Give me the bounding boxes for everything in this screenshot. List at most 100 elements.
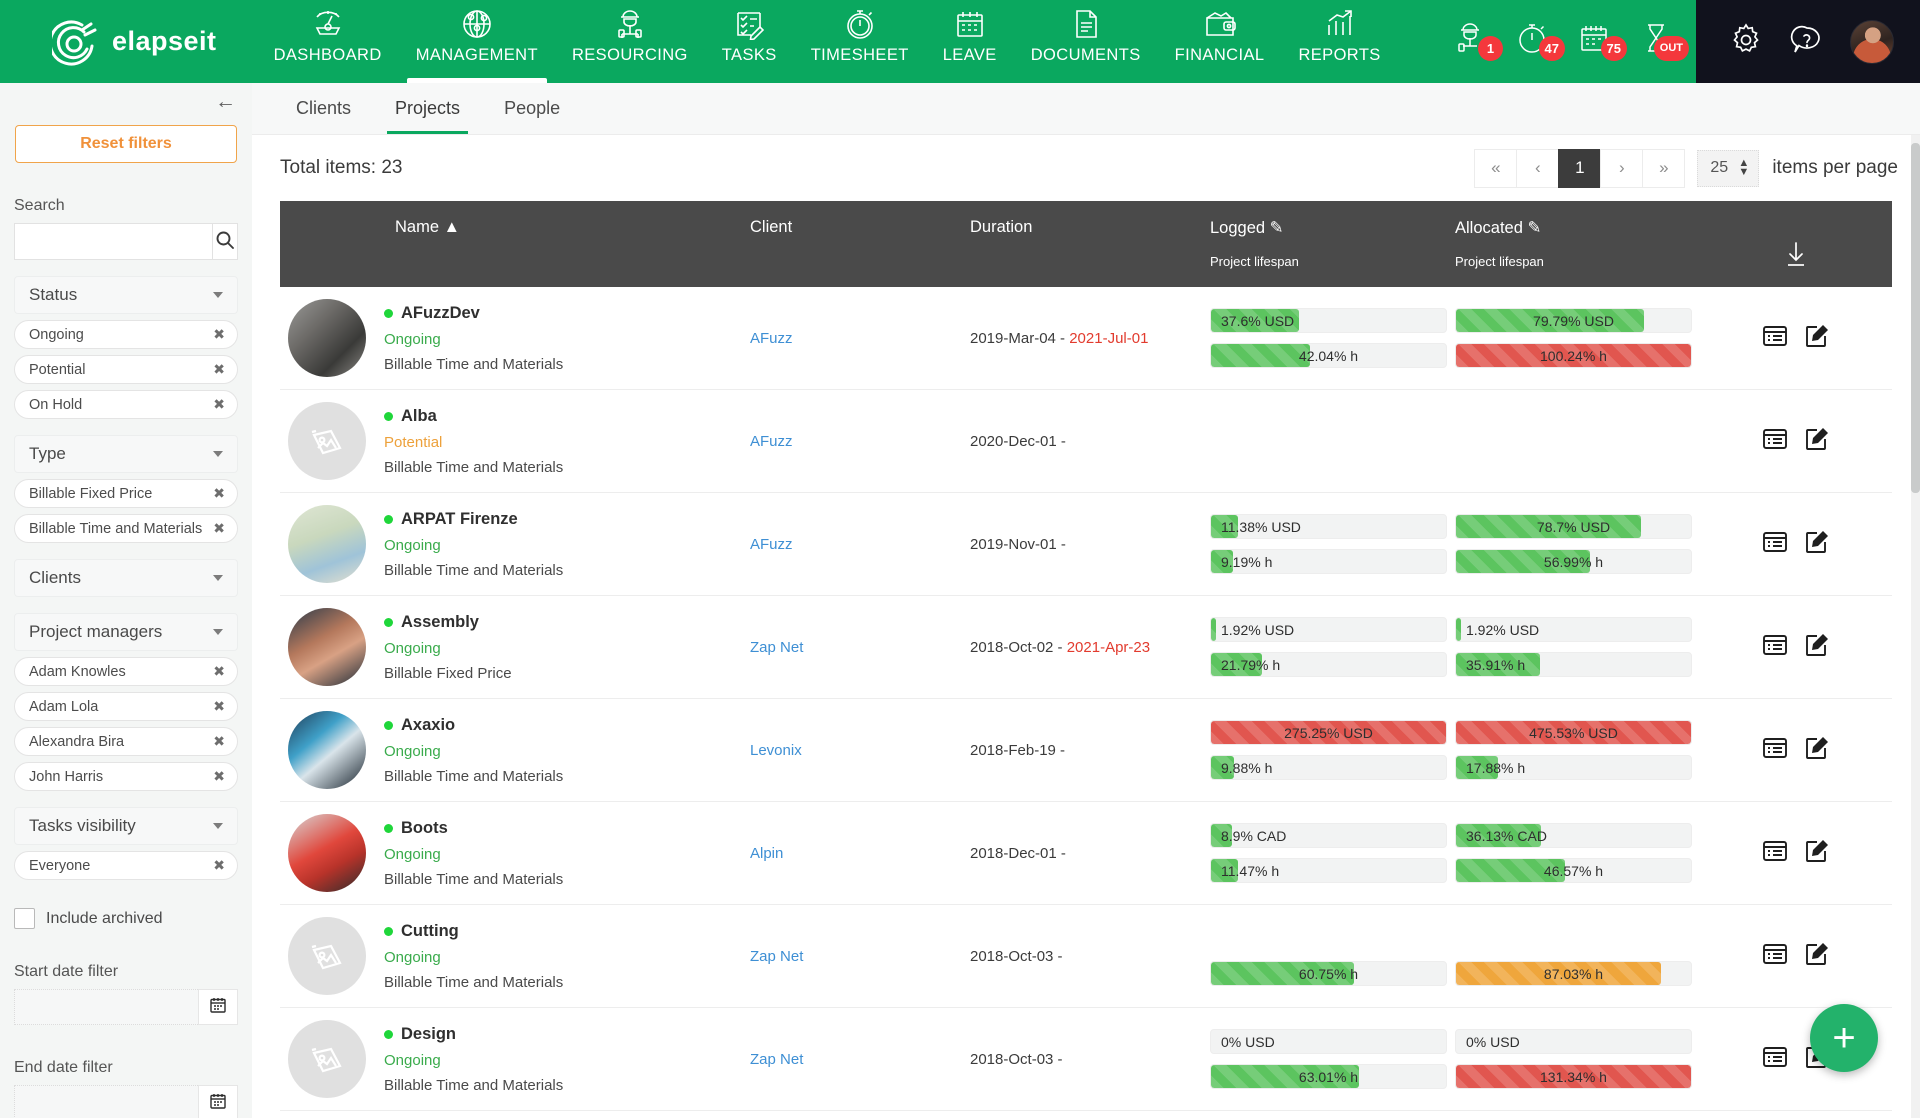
sort-ascending-icon[interactable]: ▲ bbox=[444, 218, 460, 236]
details-list-icon[interactable] bbox=[1762, 530, 1788, 558]
details-list-icon[interactable] bbox=[1762, 839, 1788, 867]
end-date-input[interactable] bbox=[14, 1085, 198, 1118]
filter-chip[interactable]: Billable Time and Materials ✖ bbox=[14, 514, 238, 543]
column-header-client[interactable]: Client bbox=[750, 218, 970, 237]
table-row[interactable]: Alba Potential Billable Time and Materials… bbox=[280, 390, 1892, 493]
filter-chip[interactable]: On Hold ✖ bbox=[14, 390, 238, 419]
quick-resourcing-alerts[interactable]: 1 bbox=[1446, 17, 1503, 63]
start-date-picker-button[interactable] bbox=[198, 989, 238, 1025]
pencil-icon[interactable]: ✎ bbox=[1270, 219, 1284, 237]
reset-filters-button[interactable]: Reset filters bbox=[15, 125, 237, 163]
close-icon[interactable]: ✖ bbox=[213, 520, 225, 537]
page-last-button[interactable]: » bbox=[1642, 148, 1686, 188]
filter-dropdown-tasks-visibility[interactable]: Tasks visibility bbox=[14, 807, 238, 845]
filter-dropdown-clients[interactable]: Clients bbox=[14, 559, 238, 597]
close-icon[interactable]: ✖ bbox=[213, 326, 225, 343]
filter-dropdown-type[interactable]: Type bbox=[14, 435, 238, 473]
column-header-name[interactable]: Name ▲ bbox=[280, 218, 750, 237]
quick-timesheet-alerts[interactable]: 47 bbox=[1508, 17, 1565, 63]
column-header-logged[interactable]: Logged ✎ Project lifespan bbox=[1210, 218, 1455, 269]
quick-leave-alerts[interactable]: 75 bbox=[1570, 17, 1627, 63]
details-list-icon[interactable] bbox=[1762, 736, 1788, 764]
table-row[interactable]: Design Ongoing Billable Time and Materials… bbox=[280, 1008, 1892, 1111]
nav-item-dashboard[interactable]: DASHBOARD bbox=[257, 0, 399, 83]
filter-chip[interactable]: Alexandra Bira ✖ bbox=[14, 727, 238, 756]
filter-chip[interactable]: Adam Knowles ✖ bbox=[14, 657, 238, 686]
nav-item-timesheet[interactable]: TIMESHEET bbox=[794, 0, 926, 83]
brand-logo-area[interactable]: elapseit bbox=[0, 0, 257, 83]
nav-item-financial[interactable]: FINANCIAL bbox=[1158, 0, 1282, 83]
content-scrollbar-thumb[interactable] bbox=[1911, 143, 1920, 493]
start-date-input[interactable] bbox=[14, 989, 198, 1025]
filter-chip[interactable]: Ongoing ✖ bbox=[14, 320, 238, 349]
filter-dropdown-status[interactable]: Status bbox=[14, 276, 238, 314]
close-icon[interactable]: ✖ bbox=[213, 485, 225, 502]
items-per-page-stepper[interactable]: 25 ▲ ▼ bbox=[1697, 149, 1760, 187]
quick-clock-out[interactable]: OUT bbox=[1632, 17, 1689, 63]
nav-item-management[interactable]: MANAGEMENT bbox=[399, 0, 555, 83]
close-icon[interactable]: ✖ bbox=[213, 361, 225, 378]
client-link[interactable]: AFuzz bbox=[750, 536, 793, 553]
edit-project-icon[interactable] bbox=[1804, 632, 1830, 662]
nav-item-tasks[interactable]: TASKS bbox=[705, 0, 794, 83]
collapse-sidebar-button[interactable]: ← bbox=[215, 91, 236, 112]
client-link[interactable]: Alpin bbox=[750, 845, 783, 862]
edit-project-icon[interactable] bbox=[1804, 529, 1830, 559]
client-link[interactable]: Zap Net bbox=[750, 948, 803, 965]
search-button[interactable] bbox=[212, 223, 238, 260]
details-list-icon[interactable] bbox=[1762, 942, 1788, 970]
column-header-duration[interactable]: Duration bbox=[970, 218, 1210, 237]
nav-item-documents[interactable]: DOCUMENTS bbox=[1014, 0, 1158, 83]
close-icon[interactable]: ✖ bbox=[213, 768, 225, 785]
stepper-arrows-icon[interactable]: ▲ ▼ bbox=[1738, 158, 1749, 178]
client-link[interactable]: AFuzz bbox=[750, 433, 793, 450]
edit-project-icon[interactable] bbox=[1804, 323, 1830, 353]
client-link[interactable]: Zap Net bbox=[750, 1051, 803, 1068]
include-archived-checkbox[interactable] bbox=[14, 908, 35, 929]
tab-people[interactable]: People bbox=[482, 83, 582, 134]
client-link[interactable]: Levonix bbox=[750, 742, 802, 759]
gear-icon[interactable] bbox=[1728, 22, 1764, 62]
edit-project-icon[interactable] bbox=[1804, 838, 1830, 868]
details-list-icon[interactable] bbox=[1762, 427, 1788, 455]
filter-chip[interactable]: Everyone ✖ bbox=[14, 851, 238, 880]
table-row[interactable]: ARPAT Firenze Ongoing Billable Time and Ma… bbox=[280, 493, 1892, 596]
client-link[interactable]: Zap Net bbox=[750, 639, 803, 656]
filter-chip[interactable]: Billable Fixed Price ✖ bbox=[14, 479, 238, 508]
column-header-allocated[interactable]: Allocated ✎ Project lifespan bbox=[1455, 218, 1700, 269]
filter-dropdown-project-managers[interactable]: Project managers bbox=[14, 613, 238, 651]
close-icon[interactable]: ✖ bbox=[213, 663, 225, 680]
close-icon[interactable]: ✖ bbox=[213, 396, 225, 413]
details-list-icon[interactable] bbox=[1762, 1045, 1788, 1073]
download-icon[interactable] bbox=[1783, 240, 1809, 272]
table-row[interactable]: Axaxio Ongoing Billable Time and Materials… bbox=[280, 699, 1892, 802]
filter-chip[interactable]: Adam Lola ✖ bbox=[14, 692, 238, 721]
close-icon[interactable]: ✖ bbox=[213, 857, 225, 874]
details-list-icon[interactable] bbox=[1762, 324, 1788, 352]
user-avatar[interactable] bbox=[1850, 19, 1894, 64]
nav-item-reports[interactable]: REPORTS bbox=[1281, 0, 1397, 83]
add-project-fab[interactable]: + bbox=[1810, 1004, 1878, 1072]
close-icon[interactable]: ✖ bbox=[213, 698, 225, 715]
tab-projects[interactable]: Projects bbox=[373, 83, 482, 134]
filter-chip[interactable]: Potential ✖ bbox=[14, 355, 238, 384]
search-input[interactable] bbox=[14, 223, 212, 260]
page-first-button[interactable]: « bbox=[1474, 148, 1518, 188]
details-list-icon[interactable] bbox=[1762, 633, 1788, 661]
include-archived-row[interactable]: Include archived bbox=[14, 908, 238, 929]
page-next-button[interactable]: › bbox=[1600, 148, 1644, 188]
edit-project-icon[interactable] bbox=[1804, 941, 1830, 971]
client-link[interactable]: AFuzz bbox=[750, 330, 793, 347]
nav-item-resourcing[interactable]: RESOURCING bbox=[555, 0, 705, 83]
tab-clients[interactable]: Clients bbox=[274, 83, 373, 134]
close-icon[interactable]: ✖ bbox=[213, 733, 225, 750]
table-row[interactable]: Assembly Ongoing Billable Fixed Price Zap N… bbox=[280, 596, 1892, 699]
filter-chip[interactable]: John Harris ✖ bbox=[14, 762, 238, 791]
nav-item-leave[interactable]: LEAVE bbox=[926, 0, 1014, 83]
table-row[interactable]: AFuzzDev Ongoing Billable Time and Materia… bbox=[280, 287, 1892, 390]
edit-project-icon[interactable] bbox=[1804, 426, 1830, 456]
help-icon[interactable] bbox=[1790, 23, 1824, 61]
pencil-icon[interactable]: ✎ bbox=[1527, 219, 1541, 237]
table-row[interactable]: Boots Ongoing Billable Time and Materials A… bbox=[280, 802, 1892, 905]
page-current-button[interactable]: 1 bbox=[1558, 148, 1602, 188]
